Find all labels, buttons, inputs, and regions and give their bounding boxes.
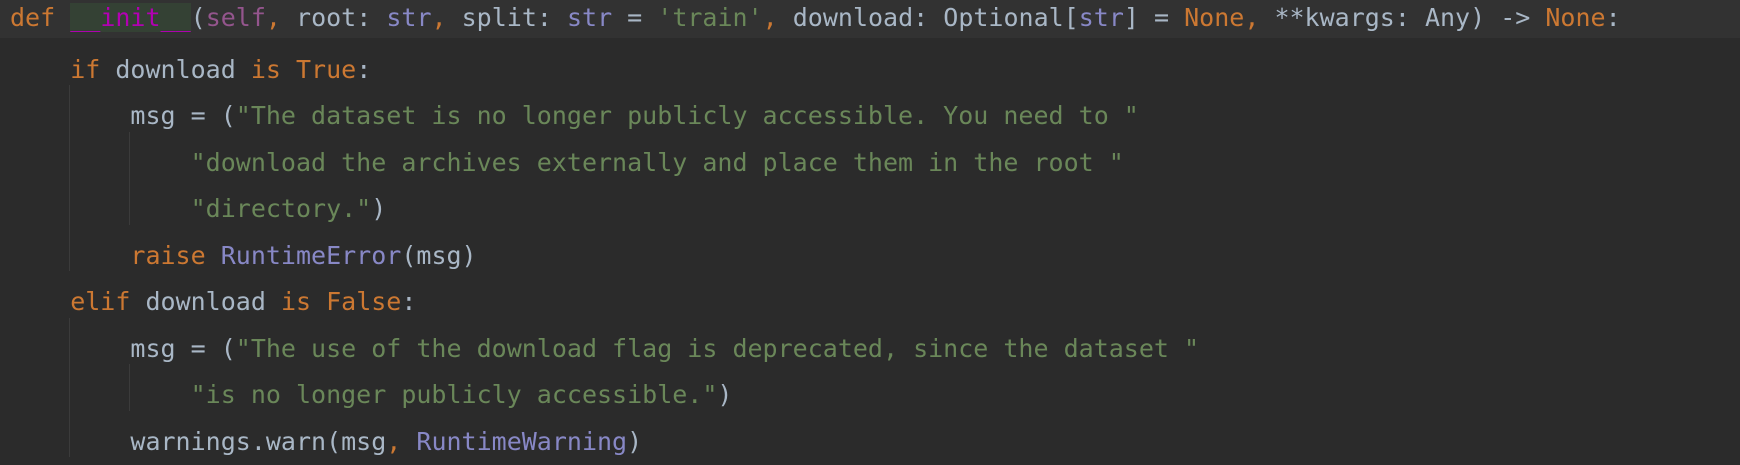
code-token: "is no longer publicly accessible." <box>191 380 718 409</box>
code-editor[interactable]: def __init__(self, root: str, split: str… <box>0 0 1740 461</box>
code-token: , <box>266 3 296 32</box>
code-token: "download the archives externally and pl… <box>191 148 1124 177</box>
code-token: split: <box>462 3 567 32</box>
code-token: ] = <box>1124 3 1184 32</box>
code-token: ) <box>717 380 732 409</box>
code-token: = <box>612 3 657 32</box>
code-token: warnings.warn(msg <box>130 427 386 456</box>
code-token: RuntimeWarning <box>416 427 627 456</box>
code-token: str <box>1079 3 1124 32</box>
code-token: msg = ( <box>130 334 235 363</box>
code-token: (msg) <box>401 241 476 270</box>
code-token: , <box>763 3 793 32</box>
code-token: self <box>206 3 266 32</box>
code-token: str <box>386 3 431 32</box>
code-token: : <box>401 287 416 316</box>
code-line[interactable]: def __init__(self, root: str, split: str… <box>0 0 1740 38</box>
code-line-text: "download the archives externally and pl… <box>191 140 1124 187</box>
code-token: str <box>567 3 612 32</box>
code-token: "directory." <box>191 194 372 223</box>
code-line-text: raise RuntimeError(msg) <box>130 233 476 280</box>
code-token: __init__ <box>70 3 190 32</box>
code-token: , <box>386 427 416 456</box>
indent-guide <box>69 318 70 458</box>
code-token: "The use of the download flag is depreca… <box>236 334 1199 363</box>
code-token: is <box>251 55 296 84</box>
code-token: download: Optional[ <box>793 3 1079 32</box>
code-token: raise <box>130 241 220 270</box>
code-token: download <box>115 55 250 84</box>
code-line-text: "directory.") <box>191 186 387 233</box>
code-token: RuntimeError <box>221 241 402 270</box>
code-token: : <box>1606 3 1621 32</box>
code-token: 'train' <box>657 3 762 32</box>
code-token: False <box>326 287 401 316</box>
code-token: : <box>356 55 371 84</box>
code-token: msg = ( <box>130 101 235 130</box>
code-token: elif <box>70 287 145 316</box>
code-token: ) <box>627 427 642 456</box>
code-line-text: warnings.warn(msg, RuntimeWarning) <box>130 419 642 465</box>
code-token: None <box>1184 3 1244 32</box>
code-line-text: def __init__(self, root: str, split: str… <box>10 0 1621 36</box>
code-line-text: msg = ("The use of the download flag is … <box>130 326 1199 373</box>
code-token: ( <box>191 3 206 32</box>
code-token: , <box>432 3 462 32</box>
code-token: download <box>145 287 280 316</box>
code-token: True <box>296 55 356 84</box>
indent-guide <box>129 132 130 225</box>
code-token: ) <box>371 194 386 223</box>
code-token: def <box>10 3 70 32</box>
code-token: root: <box>296 3 386 32</box>
code-line-text: msg = ("The dataset is no longer publicl… <box>130 93 1138 140</box>
code-line-text: "is no longer publicly accessible.") <box>191 372 733 419</box>
code-line-text: if download is True: <box>70 47 371 94</box>
code-line-text: elif download is False: <box>70 279 416 326</box>
code-token: is <box>281 287 326 316</box>
code-token: , <box>1244 3 1274 32</box>
code-token: if <box>70 55 115 84</box>
indent-guide <box>69 85 70 271</box>
code-token: "The dataset is no longer publicly acces… <box>236 101 1139 130</box>
code-token: **kwargs: Any) -> <box>1274 3 1545 32</box>
code-token: None <box>1545 3 1605 32</box>
